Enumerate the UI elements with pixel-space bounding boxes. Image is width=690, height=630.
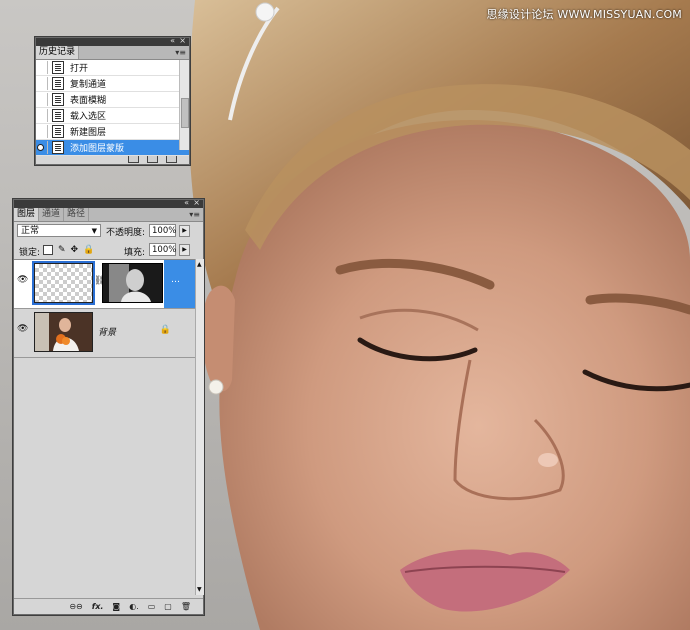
document-icon — [52, 61, 64, 74]
lock-move-icon[interactable]: ✥ — [71, 245, 79, 255]
lock-label: 锁定: — [19, 248, 41, 258]
history-item-label: 表面模糊 — [70, 96, 107, 106]
layer-row-selected[interactable]: 👁 ⛓ … — [14, 260, 195, 309]
background-layer-thumbnail[interactable] — [34, 312, 93, 352]
panel-titlebar[interactable]: « × — [14, 198, 203, 208]
panel-menu-icon[interactable]: ▾≡ — [175, 46, 186, 59]
document-icon — [52, 93, 64, 106]
document-icon — [52, 77, 64, 90]
collapse-icon[interactable]: « — [184, 198, 189, 207]
layer-row-background[interactable]: 👁 背景 🔒 — [14, 309, 195, 358]
background-thumbnail-image — [35, 313, 92, 351]
eye-icon[interactable]: 👁 — [17, 276, 28, 285]
collapse-icon[interactable]: « — [170, 36, 175, 45]
history-item-selected[interactable]: 添加图层蒙版 — [36, 140, 189, 156]
fill-slider-button[interactable]: ▶ — [179, 244, 190, 256]
opacity-input[interactable]: 100% — [149, 224, 176, 237]
trash-icon[interactable]: 🗑 — [181, 602, 191, 611]
opacity-label: 不透明度: — [106, 228, 146, 238]
layer-name-ellipsis: … — [171, 275, 180, 285]
tab-history[interactable]: 历史记录 — [36, 46, 80, 59]
lock-options: ✎ ✥ 🔒 — [43, 245, 94, 255]
history-item[interactable]: 载入选区 — [36, 108, 189, 124]
history-source-checkbox[interactable] — [36, 61, 48, 74]
history-item[interactable]: 复制通道 — [36, 76, 189, 92]
group-folder-icon[interactable]: ▭ — [148, 602, 156, 611]
history-tabbar: 历史记录 ▾≡ — [36, 46, 189, 60]
document-icon — [52, 141, 64, 154]
close-icon[interactable]: × — [179, 36, 186, 45]
watermark-text: 思缘设计论坛 WWW.MISSYUAN.COM — [486, 8, 682, 21]
opacity-slider-button[interactable]: ▶ — [179, 225, 190, 237]
blend-mode-value: 正常 — [21, 226, 40, 236]
fx-icon[interactable]: fx. — [92, 602, 104, 611]
eye-icon[interactable]: 👁 — [17, 325, 28, 334]
document-icon — [52, 125, 64, 138]
history-source-checkbox[interactable] — [36, 77, 48, 90]
layer-thumbnail-transparent[interactable] — [32, 261, 95, 305]
close-icon[interactable]: × — [193, 198, 200, 207]
history-source-checkbox[interactable] — [36, 109, 48, 122]
add-mask-icon[interactable]: ◙ — [112, 602, 120, 611]
new-layer-icon[interactable]: ▢ — [164, 602, 172, 611]
chevron-down-icon: ▼ — [91, 227, 97, 235]
layers-panel: « × 图层 通道 路径 ▾≡ 正常 ▼ 不透明度: 100% ▶ 锁定: ✎ … — [13, 198, 204, 615]
blend-mode-select[interactable]: 正常 ▼ — [17, 224, 101, 237]
layer-name-area[interactable]: … — [164, 260, 195, 308]
layers-footer: ⊖⊖ fx. ◙ ◐. ▭ ▢ 🗑 — [14, 598, 203, 614]
lock-icon: 🔒 — [159, 325, 171, 335]
layer-name[interactable]: 背景 — [98, 325, 116, 338]
history-source-checkbox[interactable] — [36, 141, 48, 154]
history-item[interactable]: 新建图层 — [36, 124, 189, 140]
tab-layers[interactable]: 图层 — [14, 208, 40, 221]
history-item-label: 新建图层 — [70, 128, 107, 138]
history-list: 打开 复制通道 表面模糊 载入选区 新建图层 添加图层蒙版 — [36, 60, 189, 156]
history-item-label: 复制通道 — [70, 80, 107, 90]
fill-input[interactable]: 100% — [149, 243, 176, 256]
panel-titlebar[interactable]: « × — [36, 36, 189, 46]
mask-image — [103, 264, 162, 302]
scroll-down-icon[interactable]: ▼ — [197, 586, 202, 593]
adjustment-layer-icon[interactable]: ◐. — [129, 602, 139, 611]
history-item[interactable]: 打开 — [36, 60, 189, 76]
document-icon — [52, 109, 64, 122]
scroll-thumb[interactable] — [181, 98, 189, 128]
history-scrollbar[interactable] — [179, 60, 189, 150]
layers-scrollbar[interactable]: ▲ ▼ — [195, 259, 204, 595]
link-layers-icon[interactable]: ⊖⊖ — [69, 602, 82, 611]
scroll-up-icon[interactable]: ▲ — [197, 261, 202, 268]
history-item-label: 打开 — [70, 64, 89, 74]
layers-tabbar: 图层 通道 路径 ▾≡ — [14, 208, 203, 222]
layer-options: 正常 ▼ 不透明度: 100% ▶ 锁定: ✎ ✥ 🔒 填充: 100% ▶ — [14, 222, 203, 260]
fill-label: 填充: — [124, 248, 146, 258]
history-panel: « × 历史记录 ▾≡ 打开 复制通道 表面模糊 载入选区 新建图层 添加图层蒙… — [35, 36, 190, 165]
history-item-label: 添加图层蒙版 — [70, 144, 125, 154]
layer-mask-thumbnail[interactable] — [102, 263, 163, 303]
panel-menu-icon[interactable]: ▾≡ — [189, 208, 200, 221]
tab-channels[interactable]: 通道 — [39, 208, 65, 221]
layers-list: 👁 ⛓ … 👁 背景 🔒 — [14, 259, 195, 596]
lock-transparency-icon[interactable] — [43, 245, 53, 255]
history-source-checkbox[interactable] — [36, 93, 48, 106]
tab-paths[interactable]: 路径 — [64, 208, 90, 221]
lock-brush-icon[interactable]: ✎ — [58, 245, 66, 255]
lock-all-icon[interactable]: 🔒 — [83, 245, 94, 255]
history-item[interactable]: 表面模糊 — [36, 92, 189, 108]
history-source-checkbox[interactable] — [36, 125, 48, 138]
history-item-label: 载入选区 — [70, 112, 107, 122]
